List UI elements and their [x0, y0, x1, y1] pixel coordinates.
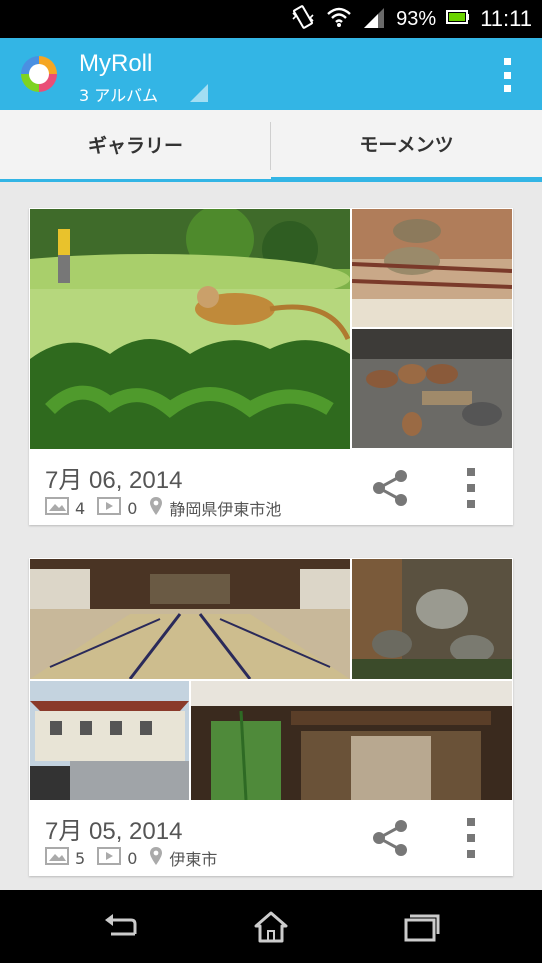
clock: 11:11	[480, 6, 532, 31]
location-pin-icon	[149, 846, 163, 870]
photo-inn-entrance[interactable]	[191, 681, 512, 800]
photo-count: 5	[75, 848, 86, 868]
moment-stats: 5 0 伊東市	[45, 846, 217, 870]
tab-bar: ギャラリー モーメンツ	[0, 110, 542, 182]
photo-icon	[45, 847, 69, 869]
moment-date: 7月 05, 2014	[45, 818, 183, 845]
photo-station[interactable]	[30, 681, 189, 800]
photo-garden-stones[interactable]	[352, 559, 512, 679]
status-bar: 93% 11:11	[0, 0, 542, 38]
overflow-menu-icon[interactable]	[502, 58, 512, 92]
photo-tortoises[interactable]	[352, 209, 512, 327]
video-icon	[97, 847, 122, 869]
location-pin-icon	[149, 496, 163, 520]
app-bar: MyRoll 3 アルバム	[0, 38, 542, 110]
moment-location: 静岡県伊東市池	[169, 500, 282, 519]
video-count: 0	[127, 848, 138, 868]
recent-apps-icon[interactable]	[381, 890, 461, 963]
navigation-bar	[0, 890, 542, 963]
share-icon[interactable]	[367, 814, 415, 862]
more-options-icon[interactable]	[459, 814, 483, 862]
battery-icon	[446, 9, 470, 30]
moment-stats: 4 0 静岡県伊東市池	[45, 496, 281, 520]
moment-card[interactable]: 7月 06, 2014 4 0 静岡県伊東市池	[29, 208, 513, 525]
video-icon	[97, 497, 122, 519]
moment-card[interactable]: 7月 05, 2014 5 0 伊東市	[29, 558, 513, 876]
app-title[interactable]: MyRoll	[79, 50, 152, 78]
video-count: 0	[127, 498, 138, 518]
app-logo-icon[interactable]	[21, 56, 57, 92]
tab-moments[interactable]: モーメンツ	[271, 110, 542, 182]
back-icon[interactable]	[81, 890, 161, 963]
share-icon[interactable]	[367, 464, 415, 512]
photo-monkey[interactable]	[30, 209, 350, 449]
battery-percent: 93%	[396, 7, 437, 30]
dropdown-indicator-icon	[190, 84, 208, 102]
photo-capybaras[interactable]	[352, 329, 512, 448]
moment-date: 7月 06, 2014	[45, 467, 183, 494]
vibrate-icon	[290, 4, 316, 35]
album-count[interactable]: 3 アルバム	[79, 82, 158, 106]
tab-divider	[270, 122, 271, 170]
photo-tatami-hall[interactable]	[30, 559, 350, 679]
wifi-icon	[326, 6, 352, 33]
moment-location: 伊東市	[169, 850, 218, 869]
photo-count: 4	[75, 498, 86, 518]
signal-icon	[362, 6, 386, 33]
photo-icon	[45, 497, 69, 519]
home-icon[interactable]	[231, 890, 311, 963]
tab-gallery[interactable]: ギャラリー	[0, 110, 271, 182]
more-options-icon[interactable]	[459, 464, 483, 512]
